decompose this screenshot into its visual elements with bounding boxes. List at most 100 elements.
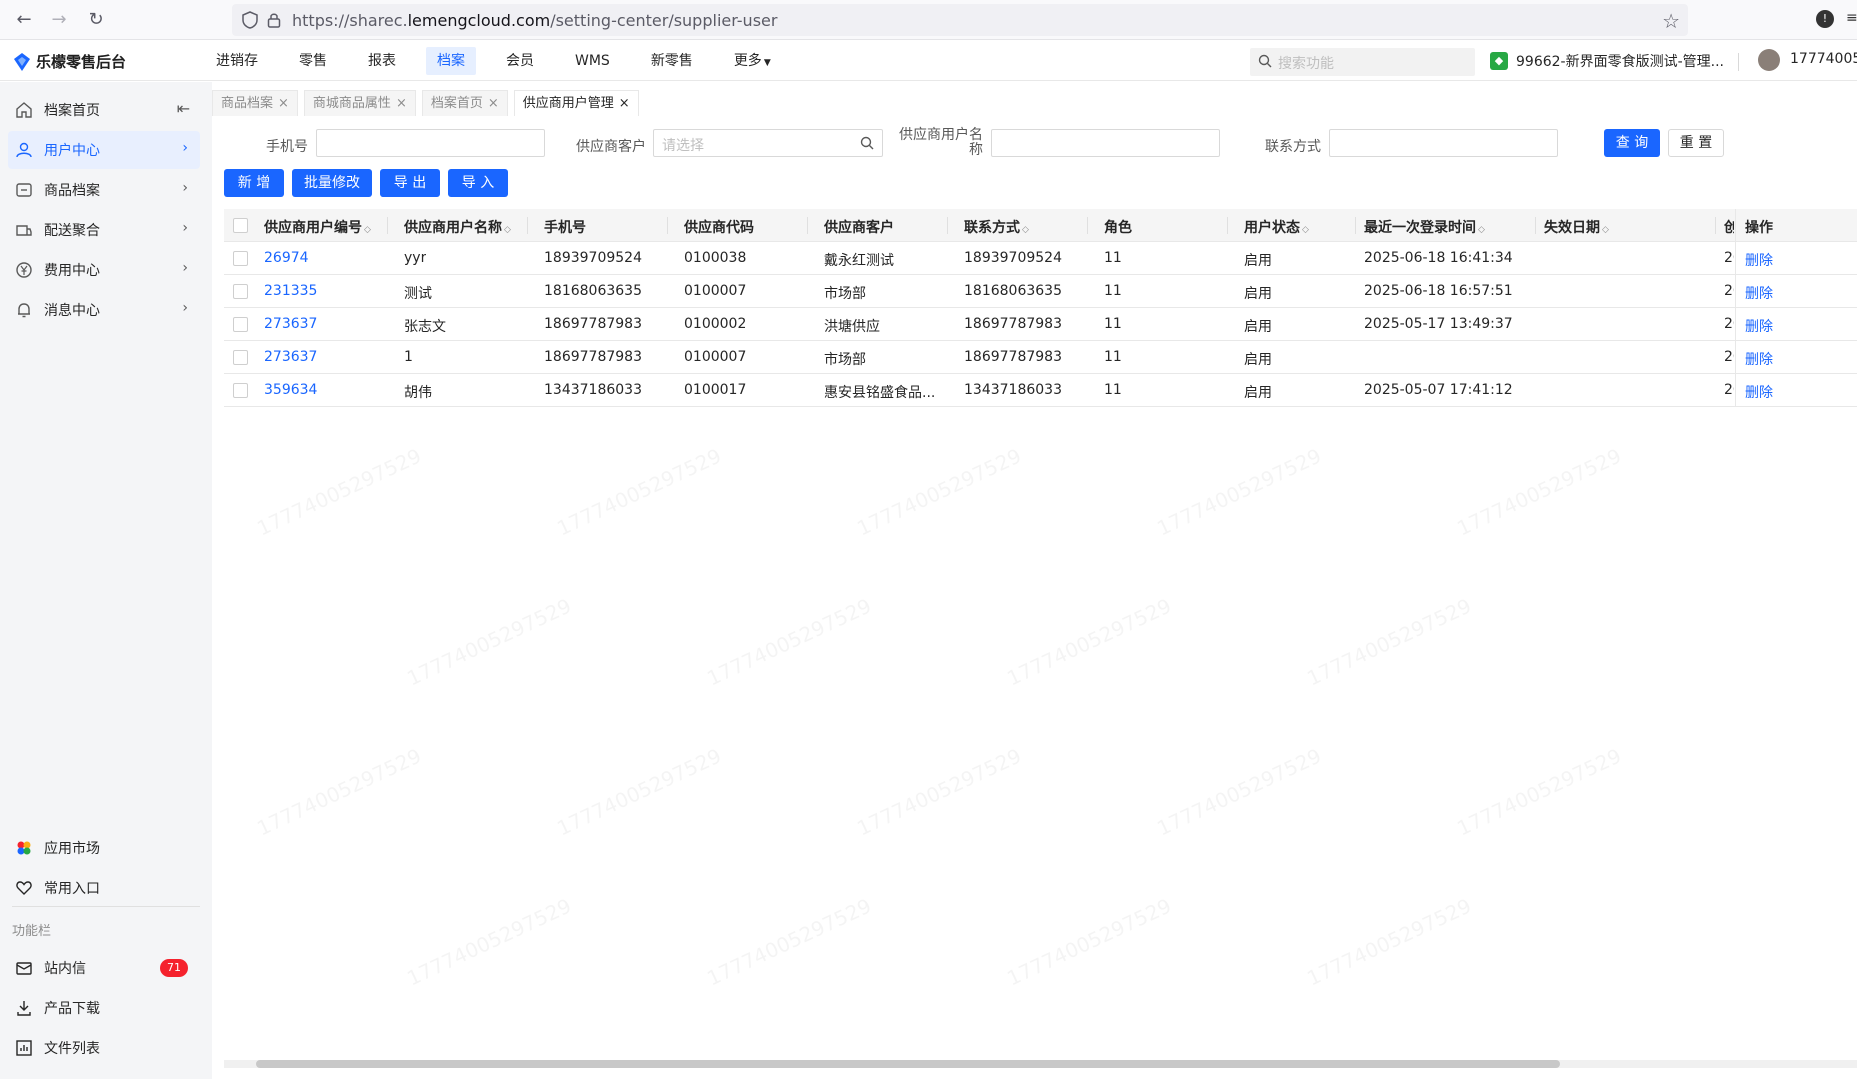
heart-icon [14,878,34,898]
sidebar-item-file-list[interactable]: 文件列表 [8,1029,200,1067]
close-icon[interactable]: × [619,96,630,111]
tab-supplier-user-mgmt[interactable]: 供应商用户管理 × [513,90,639,116]
supplier-user-id-link[interactable]: 26974 [264,250,309,266]
phone-input[interactable] [316,129,545,157]
cell-status: 启用 [1244,286,1272,302]
column-header[interactable]: 供应商用户编号 ◇ [264,217,371,237]
sidebar-item-message-center[interactable]: 消息中心 › [8,291,200,329]
sort-icon: ◇ [1302,225,1309,235]
query-button[interactable]: 查 询 [1604,129,1660,157]
contact-input[interactable] [1329,129,1558,157]
download-icon [14,998,34,1018]
cell-code: 0100038 [684,250,747,266]
column-header[interactable]: 供应商用户名称 ◇ [404,217,511,237]
logo[interactable]: 乐檬零售后台 [14,51,126,72]
row-checkbox[interactable] [233,383,248,398]
column-header: 供应商代码 [684,220,754,236]
row-checkbox[interactable] [233,251,248,266]
tab-goods-archive[interactable]: 商品档案 × [212,90,298,116]
column-divider [387,217,388,234]
column-header[interactable]: 失效日期 ◇ [1544,217,1609,237]
tab-archive-home[interactable]: 档案首页 × [421,90,508,116]
cell-created: 20 [1724,349,1734,365]
row-checkbox[interactable] [233,350,248,365]
export-button[interactable]: 导 出 [380,169,440,197]
column-label: 供应商用户编号 [264,220,362,236]
supplier-user-name-input[interactable] [991,129,1220,157]
sidebar-item-app-market[interactable]: 应用市场 [8,829,200,867]
forward-arrow-icon[interactable]: → [47,8,71,32]
column-header: 操作 [1745,220,1773,236]
close-icon[interactable]: × [488,96,499,111]
top-menu-item[interactable]: WMS [564,47,621,75]
delete-link[interactable]: 删除 [1745,283,1773,303]
column-header[interactable]: 联系方式 ◇ [964,217,1029,237]
close-icon[interactable]: × [396,96,407,111]
close-icon[interactable]: × [278,96,289,111]
user-phone[interactable]: 177740052 [1790,51,1857,67]
batch-edit-button[interactable]: 批量修改 [292,169,372,197]
top-menu-item[interactable]: 新零售 [640,47,704,75]
delete-link[interactable]: 删除 [1745,316,1773,336]
sidebar-item-user-center[interactable]: 用户中心 › [8,131,200,169]
more-label: 更多 [733,53,762,69]
delete-link[interactable]: 删除 [1745,250,1773,270]
sidebar-item-favorites[interactable]: 常用入口 [8,869,200,907]
top-menu-item[interactable]: 进销存 [205,47,269,75]
sidebar-item-home[interactable]: 档案首页 ⇤ [8,91,200,129]
address-bar[interactable]: https://sharec.lemengcloud.com/setting-c… [232,4,1688,36]
sidebar-item-goods-archive[interactable]: 商品档案 › [8,171,200,209]
sidebar-item-product-download[interactable]: 产品下载 [8,989,200,1027]
row-checkbox[interactable] [233,284,248,299]
top-menu-more[interactable]: 更多 ▼ [723,47,782,75]
watermark: 17774005297529 [1453,443,1625,540]
column-label: 供应商用户名称 [404,220,502,236]
sidebar-item-label: 站内信 [44,961,86,977]
supplier-user-id-link[interactable]: 231335 [264,283,317,299]
top-menu-item[interactable]: 零售 [288,47,338,75]
watermark: 17774005297529 [703,893,875,990]
menu-icon[interactable]: ≡ [1846,10,1857,26]
cell-created: 20 [1724,250,1734,266]
column-divider [807,217,808,234]
select-all-checkbox[interactable] [233,218,248,233]
delete-link[interactable]: 删除 [1745,349,1773,369]
supplier-user-id-link[interactable]: 273637 [264,349,317,365]
sidebar-divider [12,906,200,907]
cell-created: 20 [1724,283,1734,299]
supplier-user-id-link[interactable]: 273637 [264,316,317,332]
sort-icon: ◇ [504,225,511,235]
extension-icon[interactable]: ! [1816,10,1834,28]
collapse-sidebar-icon[interactable]: ⇤ [177,99,190,118]
supplier-customer-select[interactable]: 请选择 [653,129,883,157]
top-menu-item[interactable]: 报表 [357,47,407,75]
search-icon [1258,54,1272,68]
column-header[interactable]: 用户状态 ◇ [1244,217,1309,237]
sidebar-item-delivery[interactable]: 配送聚合 › [8,211,200,249]
function-search-input[interactable]: 搜索功能 [1250,48,1475,76]
tab-mall-goods-attr[interactable]: 商城商品属性 × [303,90,416,116]
scrollbar-thumb[interactable] [256,1060,1560,1068]
user-icon [14,140,34,160]
import-button[interactable]: 导 入 [448,169,508,197]
row-checkbox[interactable] [233,317,248,332]
add-button[interactable]: 新 增 [224,169,284,197]
cell-name: 1 [404,349,413,365]
column-header[interactable]: 最近一次登录时间 ◇ [1364,217,1485,237]
back-arrow-icon[interactable]: ← [12,8,36,32]
sidebar-item-inbox[interactable]: 站内信 71 [8,949,200,987]
delete-link[interactable]: 删除 [1745,382,1773,402]
column-header: 角色 [1104,220,1132,236]
horizontal-scrollbar[interactable] [224,1060,1857,1068]
reset-button[interactable]: 重 置 [1668,129,1724,157]
bookmark-star-icon[interactable]: ☆ [1662,9,1680,33]
cell-last-login: 2025-05-17 13:49:37 [1364,316,1513,332]
reload-icon[interactable]: ↻ [84,8,108,32]
top-menu-item[interactable]: 会员 [495,47,545,75]
top-menu-item-active[interactable]: 档案 [426,47,476,75]
supplier-user-id-link[interactable]: 359634 [264,382,317,398]
sidebar-item-fee-center[interactable]: 费用中心 › [8,251,200,289]
store-switcher[interactable]: ◆ 99662-新界面零食版测试-管理... [1490,51,1724,71]
cell-name: 测试 [404,286,432,302]
avatar[interactable] [1758,49,1780,71]
